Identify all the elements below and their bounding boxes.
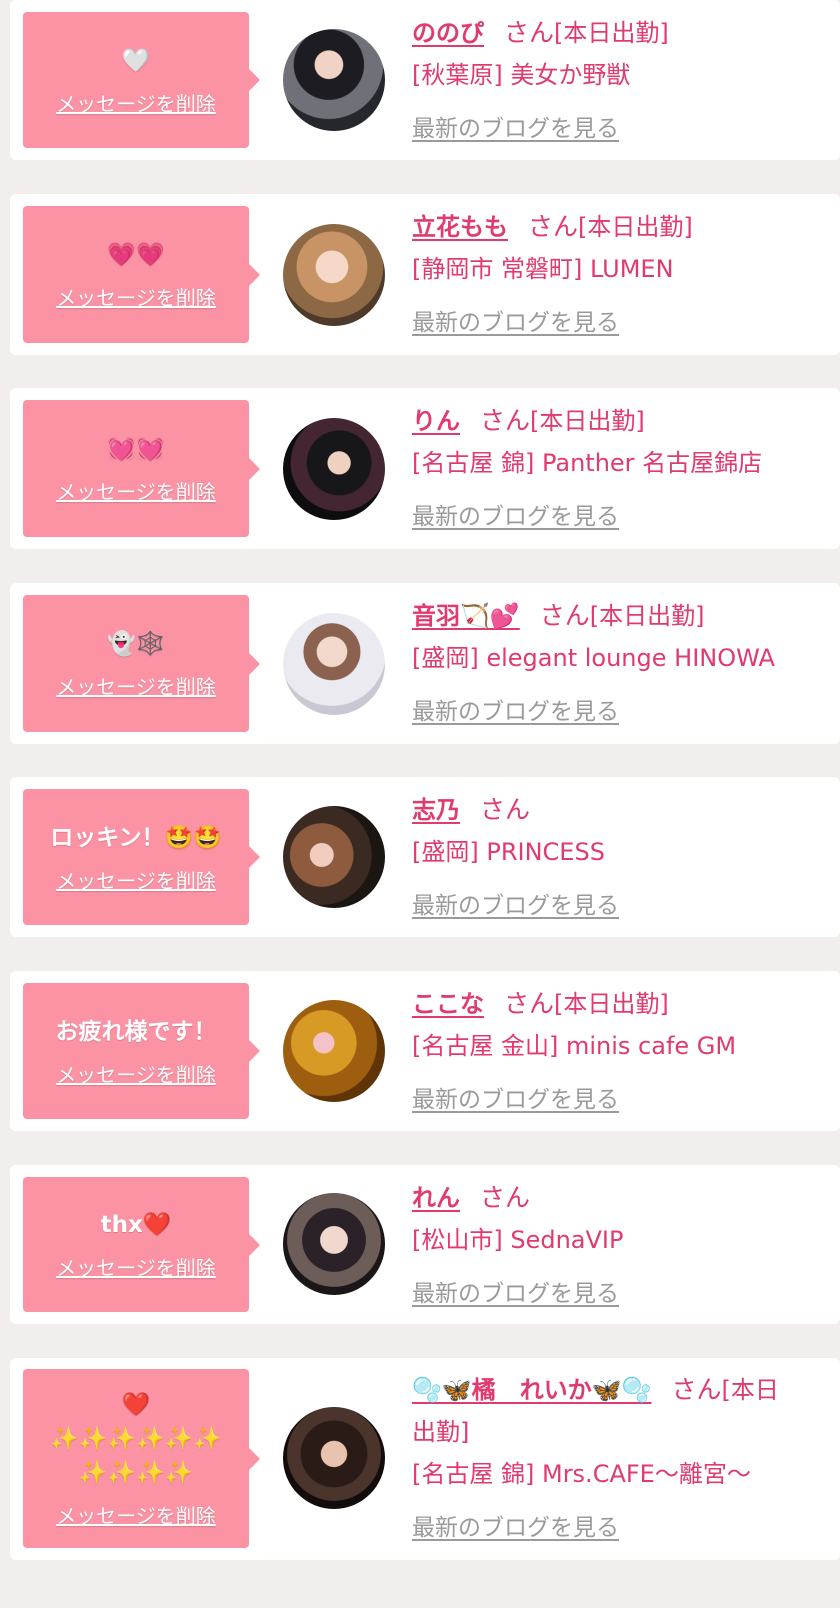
avatar[interactable] — [283, 806, 385, 908]
latest-blog-link[interactable]: 最新のブログを見る — [412, 1507, 619, 1549]
honorific: さん — [480, 1183, 531, 1212]
cast-info: 志乃 さん [盛岡] PRINCESS 最新のブログを見る — [412, 789, 797, 927]
message-card: ロッキン！🤩🤩 メッセージを削除 志乃 さん [盛岡] PRINCESS 最新のブログを見… — [10, 777, 840, 937]
cast-name-link[interactable]: 🫧🦋橘 れいか🦋🫧 — [412, 1376, 652, 1404]
avatar[interactable] — [283, 224, 385, 326]
name-line: れん さん — [412, 1177, 797, 1219]
delete-message-link[interactable]: メッセージを削除 — [56, 282, 216, 311]
message-text: ロッキン！🤩🤩 — [50, 824, 222, 851]
message-bubble: ❤️ ✨✨✨✨✨✨ ✨✨✨✨ メッセージを削除 — [23, 1369, 260, 1548]
delete-message-link[interactable]: メッセージを削除 — [56, 671, 216, 700]
shop-name: [松山市] SednaVIP — [412, 1226, 624, 1254]
cast-name-link[interactable]: りん — [412, 407, 460, 435]
cast-name-link[interactable]: ののぴ — [412, 19, 484, 47]
avatar[interactable] — [283, 1000, 385, 1102]
cast-info: ののぴ さん[本日出勤] [秋葉原] 美女か野獣最新のブログを見る — [412, 12, 797, 150]
cast-name-link[interactable]: 音羽🏹💕 — [412, 602, 520, 630]
avatar[interactable] — [283, 613, 385, 715]
name-line: 音羽🏹💕 さん[本日出勤] — [412, 595, 797, 637]
delete-message-link[interactable]: メッセージを削除 — [56, 865, 216, 894]
honorific: さん — [671, 1375, 722, 1404]
name-line: 立花もも さん[本日出勤] — [412, 206, 797, 248]
honorific: さん — [539, 601, 590, 630]
honorific: さん — [480, 406, 531, 435]
shop-name: [名古屋 金山] minis cafe GM — [412, 1032, 737, 1060]
latest-blog-link[interactable]: 最新のブログを見る — [412, 885, 619, 927]
message-text: 💓💓 — [107, 436, 165, 462]
latest-blog-link[interactable]: 最新のブログを見る — [412, 1079, 619, 1121]
message-card: thx❤️ メッセージを削除 れん さん [松山市] SednaVIP 最新のブログを見る — [10, 1165, 840, 1324]
message-text: 👻🕸️ — [107, 631, 165, 657]
message-text: 🤍 — [121, 47, 151, 74]
cast-name-link[interactable]: れん — [412, 1184, 460, 1212]
delete-message-link[interactable]: メッセージを削除 — [56, 476, 216, 505]
shop-name: [名古屋 錦] Panther 名古屋錦店 — [412, 449, 763, 477]
message-bubble: thx❤️ メッセージを削除 — [23, 1177, 260, 1312]
name-line: ここな さん[本日出勤] — [412, 983, 797, 1025]
attendance-status: [本日出勤] — [578, 213, 693, 241]
message-text: 💗💗 — [107, 242, 165, 268]
shop-name: [盛岡] elegant lounge HINOWA — [412, 644, 775, 672]
name-line: 🫧🦋橘 れいか🦋🫧 さん[本日出勤] — [412, 1369, 797, 1453]
message-bubble: ロッキン！🤩🤩 メッセージを削除 — [23, 789, 260, 925]
shop-name: [静岡市 常磐町] LUMEN — [412, 255, 674, 283]
delete-message-link[interactable]: メッセージを削除 — [56, 1252, 216, 1281]
message-card: 💓💓 メッセージを削除 りん さん[本日出勤] [名古屋 錦] Panther 名古屋錦… — [10, 388, 840, 549]
name-line: ののぴ さん[本日出勤] — [412, 12, 797, 54]
latest-blog-link[interactable]: 最新のブログを見る — [412, 108, 619, 150]
shop-name: [名古屋 錦] Mrs.CAFE〜離宮〜 — [412, 1460, 751, 1488]
honorific: さん — [528, 212, 579, 241]
delete-message-link[interactable]: メッセージを削除 — [56, 88, 216, 117]
delete-message-link[interactable]: メッセージを削除 — [56, 1059, 216, 1088]
message-bubble: お疲れ様です！ メッセージを削除 — [23, 983, 260, 1119]
message-text: ❤️ ✨✨✨✨✨✨ ✨✨✨✨ — [50, 1392, 222, 1486]
cast-info: りん さん[本日出勤] [名古屋 錦] Panther 名古屋錦店最新のブログを見る — [412, 400, 797, 538]
honorific: さん — [504, 18, 555, 47]
message-text: お疲れ様です！ — [55, 1018, 217, 1045]
message-card: お疲れ様です！ メッセージを削除 ここな さん[本日出勤] [名古屋 金山] minis… — [10, 971, 840, 1131]
shop-name: [盛岡] PRINCESS — [412, 838, 605, 866]
delete-message-link[interactable]: メッセージを削除 — [56, 1500, 216, 1529]
message-list: 🤍 メッセージを削除 ののぴ さん[本日出勤] [秋葉原] 美女か野獣 最新のブログを見る… — [0, 0, 840, 1608]
cast-info: 音羽🏹💕 さん[本日出勤] [盛岡] elegant lounge HINOWA 最新… — [412, 595, 797, 733]
message-bubble: 👻🕸️ メッセージを削除 — [23, 595, 260, 732]
cast-info: 立花もも さん[本日出勤] [静岡市 常磐町] LUMEN 最新のブログを見る — [412, 206, 797, 344]
cast-info: ここな さん[本日出勤] [名古屋 金山] minis cafe GM 最新のブログを… — [412, 983, 797, 1121]
latest-blog-link[interactable]: 最新のブログを見る — [412, 691, 619, 733]
honorific: さん — [480, 795, 531, 824]
avatar[interactable] — [283, 418, 385, 520]
avatar[interactable] — [283, 1193, 385, 1295]
attendance-status: [本日出勤] — [530, 407, 645, 435]
cast-name-link[interactable]: 立花もも — [412, 213, 508, 241]
message-bubble: 🤍 メッセージを削除 — [23, 12, 260, 148]
cast-name-link[interactable]: 志乃 — [412, 796, 460, 824]
attendance-status: [本日出勤] — [554, 990, 669, 1018]
message-bubble: 💓💓 メッセージを削除 — [23, 400, 260, 537]
attendance-status: [本日出勤] — [589, 602, 705, 630]
name-line: りん さん[本日出勤] — [412, 400, 797, 442]
cast-info: れん さん [松山市] SednaVIP 最新のブログを見る — [412, 1177, 797, 1315]
cast-name-link[interactable]: ここな — [412, 990, 484, 1018]
message-bubble: 💗💗 メッセージを削除 — [23, 206, 260, 343]
shop-name: [秋葉原] 美女か野獣 — [412, 61, 631, 89]
cast-info: 🫧🦋橘 れいか🦋🫧 さん[本日出勤] [名古屋 錦] Mrs.CAFE〜離宮〜 最新の… — [412, 1369, 797, 1549]
message-card: ❤️ ✨✨✨✨✨✨ ✨✨✨✨ メッセージを削除 🫧🦋橘 れいか🦋🫧 さん[本日出勤][… — [10, 1358, 840, 1560]
avatar[interactable] — [283, 29, 385, 131]
honorific: さん — [504, 989, 555, 1018]
message-card: 👻🕸️ メッセージを削除 音羽🏹💕 さん[本日出勤] [盛岡] elegant loun… — [10, 583, 840, 744]
message-card: 🤍 メッセージを削除 ののぴ さん[本日出勤] [秋葉原] 美女か野獣最新のブログを見る — [10, 0, 840, 160]
latest-blog-link[interactable]: 最新のブログを見る — [412, 1273, 619, 1315]
message-card: 💗💗 メッセージを削除 立花もも さん[本日出勤] [静岡市 常磐町] LUMEN 最新の… — [10, 194, 840, 355]
latest-blog-link[interactable]: 最新のブログを見る — [412, 302, 619, 344]
avatar[interactable] — [283, 1407, 385, 1509]
name-line: 志乃 さん — [412, 789, 797, 831]
latest-blog-link[interactable]: 最新のブログを見る — [412, 496, 619, 538]
attendance-status: [本日出勤] — [554, 19, 669, 47]
message-text: thx❤️ — [100, 1212, 172, 1238]
